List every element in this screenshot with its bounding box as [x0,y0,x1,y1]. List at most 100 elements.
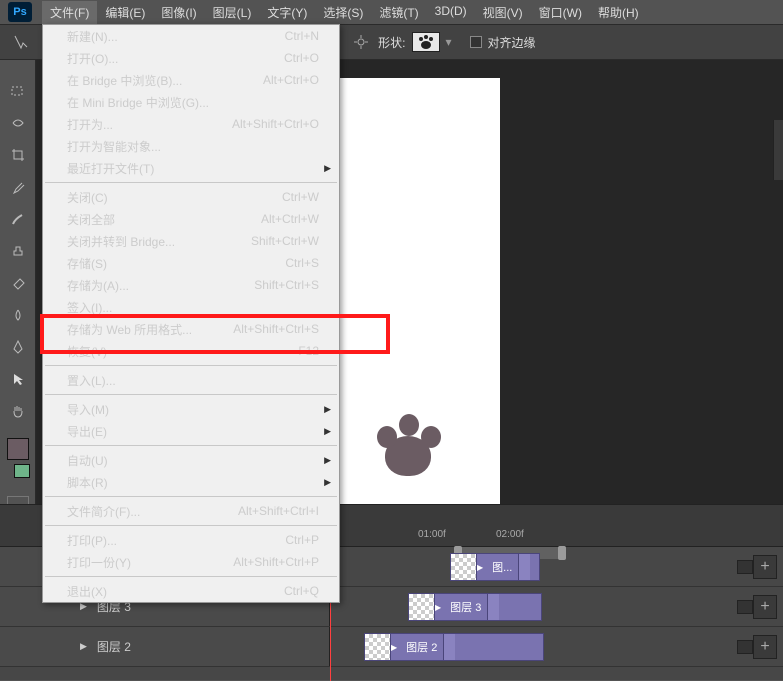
clip-handle[interactable] [518,554,530,580]
track-control-btn[interactable] [737,640,753,654]
blur-tool-icon[interactable] [7,304,29,326]
eraser-tool-icon[interactable] [7,272,29,294]
menu-5[interactable]: 选择(S) [315,1,371,24]
file-menu-dropdown: 新建(N)...Ctrl+N打开(O)...Ctrl+O在 Bridge 中浏览… [42,24,340,603]
menu-item[interactable]: 在 Mini Bridge 中浏览(G)... [43,91,339,113]
menu-item[interactable]: 在 Bridge 中浏览(B)...Alt+Ctrl+O [43,69,339,91]
crop-tool-icon[interactable] [7,144,29,166]
menu-item-label: 最近打开文件(T) [67,160,154,177]
menu-item[interactable]: 关闭全部Alt+Ctrl+W [43,208,339,230]
menu-item[interactable]: 关闭(C) Ctrl+W [43,186,339,208]
clip-play-icon: ▶ [477,563,483,572]
menu-item-shortcut: Alt+Shift+Ctrl+S [233,322,319,336]
track-control-btn[interactable] [737,600,753,614]
clip-play-icon: ▶ [435,603,441,612]
submenu-arrow-icon: ▶ [324,163,331,174]
menu-3[interactable]: 图层(L) [205,1,260,24]
expand-icon[interactable]: ▶ [80,641,87,652]
menu-8[interactable]: 视图(V) [475,1,531,24]
menu-item[interactable]: 最近打开文件(T) ▶ [43,157,339,179]
menu-7[interactable]: 3D(D) [427,1,475,24]
menu-item-label: 打开为智能对象... [67,138,161,155]
eyedropper-tool-icon[interactable] [7,176,29,198]
menu-item[interactable]: 存储为 Web 所用格式...Alt+Shift+Ctrl+S [43,318,339,340]
timeline-clip[interactable]: ▶图... [450,553,540,581]
menu-item[interactable]: 自动(U)▶ [43,449,339,471]
menu-item-label: 脚本(R) [67,474,108,491]
track-header[interactable]: ▶图层 2 [0,627,330,666]
menu-item[interactable]: 关闭并转到 Bridge...Shift+Ctrl+W [43,230,339,252]
menu-item[interactable]: 脚本(R)▶ [43,471,339,493]
menu-item-label: 关闭全部 [67,211,115,228]
add-track-button[interactable]: + [753,635,777,659]
menu-1[interactable]: 编辑(E) [97,1,153,24]
ruler-tick: 02:00f [496,529,524,540]
menu-item-shortcut: Ctrl+W [282,190,319,204]
background-color[interactable] [14,464,30,478]
menu-item-label: 存储为(A)... [67,277,129,294]
menu-separator [45,394,337,395]
menu-item[interactable]: 导出(E)▶ [43,420,339,442]
menu-item[interactable]: 存储为(A)...Shift+Ctrl+S [43,274,339,296]
menu-item-shortcut: Alt+Shift+Ctrl+P [233,555,319,569]
clip-handle[interactable] [443,634,455,660]
align-edges-label: 对齐边缘 [488,34,536,51]
clip-handle[interactable] [487,594,499,620]
menu-item-label: 置入(L)... [67,372,116,389]
hand-tool-icon[interactable] [7,400,29,422]
menu-item[interactable]: 新建(N)...Ctrl+N [43,25,339,47]
gear-icon[interactable] [350,31,372,53]
menu-item-label: 在 Bridge 中浏览(B)... [67,72,182,89]
stamp-tool-icon[interactable] [7,240,29,262]
move-tool-icon[interactable] [7,80,29,102]
clip-label: 图... [486,559,518,575]
menu-item-label: 关闭(C) [67,189,108,206]
align-edges-checkbox[interactable] [470,36,482,48]
menu-separator [45,445,337,446]
add-track-button[interactable]: + [753,555,777,579]
menu-item[interactable]: 退出(X)Ctrl+Q [43,580,339,602]
submenu-arrow-icon: ▶ [324,404,331,415]
menubar: Ps 文件(F)编辑(E)图像(I)图层(L)文字(Y)选择(S)滤镜(T)3D… [0,0,783,24]
panel-collapse-handle[interactable] [773,120,783,180]
menu-item[interactable]: 导入(M)▶ [43,398,339,420]
timeline-row: ▶图层 2▶图层 2+ [0,627,783,667]
app-logo-text: Ps [13,6,26,18]
foreground-color[interactable] [7,438,29,460]
clip-label: 图层 2 [400,639,443,655]
menu-9[interactable]: 窗口(W) [531,1,590,24]
clip-thumbnail [409,594,435,620]
shape-swatch[interactable] [412,32,440,52]
menu-10[interactable]: 帮助(H) [590,1,647,24]
menu-6[interactable]: 滤镜(T) [371,1,426,24]
menu-item[interactable]: 文件简介(F)...Alt+Shift+Ctrl+I [43,500,339,522]
menu-item[interactable]: 打开为智能对象... [43,135,339,157]
timeline-clip[interactable]: ▶图层 3 [408,593,542,621]
brush-tool-icon[interactable] [7,208,29,230]
timeline-clip[interactable]: ▶图层 2 [364,633,544,661]
menu-item-label: 退出(X) [67,583,107,600]
menu-4[interactable]: 文字(Y) [259,1,315,24]
menu-item-label: 关闭并转到 Bridge... [67,233,175,250]
pen-tool-icon[interactable] [7,336,29,358]
tool-preset-icon[interactable] [10,31,32,53]
add-track-button[interactable]: + [753,595,777,619]
menu-item-shortcut: Ctrl+P [285,533,319,547]
clip-label: 图层 3 [444,599,487,615]
submenu-arrow-icon: ▶ [324,426,331,437]
menu-item[interactable]: 打印(P)... Ctrl+P [43,529,339,551]
menu-item[interactable]: 打开为...Alt+Shift+Ctrl+O [43,113,339,135]
menu-item[interactable]: 存储(S)Ctrl+S [43,252,339,274]
menu-0[interactable]: 文件(F) [42,1,97,24]
menu-item-label: 自动(U) [67,452,108,469]
menu-item[interactable]: 打开(O)...Ctrl+O [43,47,339,69]
menu-item[interactable]: 打印一份(Y)Alt+Shift+Ctrl+P [43,551,339,573]
lasso-tool-icon[interactable] [7,112,29,134]
menu-item[interactable]: 置入(L)... [43,369,339,391]
menu-item-label: 打印(P)... [67,532,117,549]
menu-2[interactable]: 图像(I) [153,1,204,24]
menu-item-label: 打开为... [67,116,113,133]
menu-item-label: 在 Mini Bridge 中浏览(G)... [67,94,209,111]
path-select-icon[interactable] [7,368,29,390]
track-control-btn[interactable] [737,560,753,574]
